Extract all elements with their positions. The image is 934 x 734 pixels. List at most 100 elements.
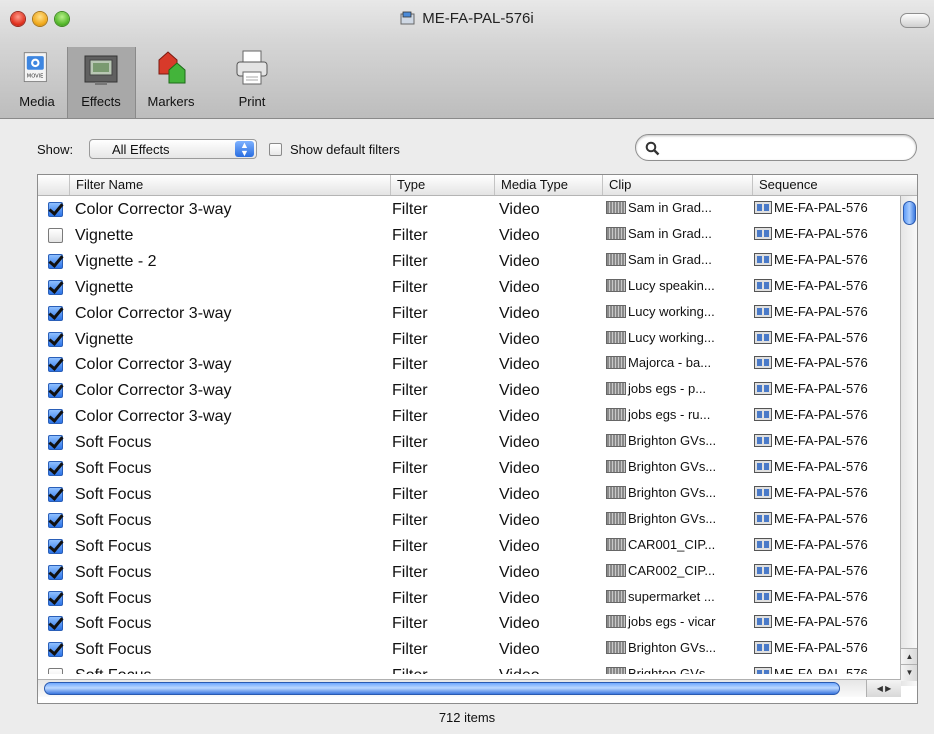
table-row[interactable]: Color Corrector 3-way Filter Video jobs egs… [38, 377, 900, 403]
filter-name-cell-text: Soft Focus [75, 537, 152, 555]
vertical-scroll-thumb[interactable] [903, 201, 916, 225]
clip-cell: Lucy working... [606, 300, 750, 326]
row-enabled-checkbox[interactable] [48, 357, 63, 373]
table-row[interactable]: Soft Focus Filter Video Brighton GVs... ME-F… [38, 455, 900, 481]
clip-icon [606, 201, 626, 214]
column-header-media-type[interactable]: Media Type [494, 175, 602, 195]
filter-name-cell: Vignette - 2 [75, 248, 387, 274]
column-header-enabled[interactable] [38, 175, 69, 195]
horizontal-scroll-thumb[interactable] [44, 682, 840, 695]
media-type-cell: Video [499, 326, 599, 352]
clip-cell-text: jobs egs - vicar [628, 614, 716, 630]
sequence-icon [754, 615, 772, 629]
column-header-type[interactable]: Type [390, 175, 494, 195]
row-enabled-checkbox[interactable] [48, 227, 63, 243]
toolbar-markers-label: Markers [147, 94, 195, 109]
toolbar-print-button[interactable]: Print [226, 48, 278, 114]
clip-cell-text: Brighton GVs... [628, 459, 717, 474]
clip-icon [606, 460, 626, 473]
sequence-cell-text: ME-FA-PAL-576 [774, 225, 868, 241]
horizontal-scrollbar[interactable]: ◀ ▶ [38, 679, 901, 697]
toolbar-toggle-button[interactable] [900, 13, 930, 28]
clip-icon [606, 485, 626, 499]
toolbar-effects-button[interactable]: Effects [68, 48, 134, 114]
row-enabled-checkbox[interactable] [48, 486, 63, 502]
sequence-cell: ME-FA-PAL-576 [754, 585, 900, 611]
sequence-icon [754, 356, 772, 370]
table-row[interactable]: Soft Focus Filter Video CAR002_CIP... ME-FA-… [38, 559, 900, 585]
show-default-filters-checkbox[interactable] [269, 143, 282, 156]
clip-cell-text: Brighton GVs... [628, 640, 717, 656]
row-enabled-checkbox[interactable] [48, 202, 63, 217]
row-enabled-checkbox[interactable] [48, 331, 63, 347]
clip-cell: Brighton GVs... [606, 429, 750, 455]
table-row[interactable]: Vignette Filter Video Lucy working... ME-FA-… [38, 326, 900, 352]
row-enabled-checkbox[interactable] [48, 279, 63, 295]
show-popup-value: All Effects [112, 142, 170, 157]
scroll-down-arrow[interactable]: ▼ [901, 664, 917, 681]
clip-cell: jobs egs - p... [606, 377, 750, 403]
row-enabled-checkbox[interactable] [48, 538, 63, 554]
row-enabled-checkbox[interactable] [48, 668, 63, 674]
table-row[interactable]: Soft Focus Filter Video Brighton GVs... ME-F… [38, 636, 900, 662]
table-row[interactable]: Color Corrector 3-way Filter Video Lucy wor… [38, 300, 900, 326]
show-popup-button[interactable]: All Effects ▲ ▼ [89, 139, 257, 159]
toolbar-markers-button[interactable]: Markers [138, 48, 204, 114]
row-enabled-checkbox[interactable] [48, 642, 63, 658]
filter-name-cell: Color Corrector 3-way [75, 196, 387, 222]
document-proxy-icon[interactable] [400, 11, 416, 25]
row-enabled-checkbox[interactable] [48, 383, 63, 399]
markers-icon [158, 51, 186, 84]
row-enabled-checkbox[interactable] [48, 461, 63, 476]
scroll-up-arrow[interactable]: ▲ [901, 648, 917, 665]
row-enabled-checkbox[interactable] [48, 409, 63, 425]
type-cell: Filter [392, 559, 492, 585]
filter-name-cell-text: Soft Focus [75, 589, 152, 607]
table-row[interactable]: Vignette Filter Video Lucy speakin... ME-FA-… [38, 274, 900, 300]
sequence-icon [754, 434, 772, 448]
table-row[interactable]: Soft Focus Filter Video CAR001_CIP... ME-FA-… [38, 533, 900, 559]
media-type-cell: Video [499, 274, 599, 300]
filter-name-cell-text: Vignette - 2 [75, 252, 157, 270]
type-cell: Filter [392, 533, 492, 559]
table-row[interactable]: Color Corrector 3-way Filter Video Sam in G… [38, 196, 900, 222]
table-row[interactable]: Vignette Filter Video Sam in Grad... ME-FA-P… [38, 222, 900, 248]
column-header-filter-name[interactable]: Filter Name [69, 175, 390, 195]
vertical-scrollbar[interactable]: ▲ ▼ [900, 196, 917, 686]
search-input[interactable] [664, 138, 908, 159]
movie-file-icon: MOVIE [23, 52, 47, 83]
table-body: Color Corrector 3-way Filter Video Sam in G… [38, 196, 900, 674]
table-row[interactable]: Color Corrector 3-way Filter Video Majorca … [38, 351, 900, 377]
table-row[interactable]: Soft Focus Filter Video Brighton GVs... ME-F… [38, 429, 900, 455]
row-enabled-checkbox[interactable] [48, 253, 63, 269]
table-row[interactable]: Color Corrector 3-way Filter Video jobs egs… [38, 403, 900, 429]
filter-name-cell: Soft Focus [75, 559, 387, 585]
table-row[interactable]: Vignette - 2 Filter Video Sam in Grad... ME-… [38, 248, 900, 274]
sequence-cell: ME-FA-PAL-576 [754, 610, 900, 636]
row-enabled-checkbox[interactable] [48, 590, 63, 606]
table-row[interactable]: Soft Focus Filter Video Brighton GVs... ME-F… [38, 507, 900, 533]
clip-cell: Lucy working... [606, 326, 750, 352]
table-row[interactable]: Soft Focus Filter Video Brighton GVs... ME-F… [38, 481, 900, 507]
column-header-sequence[interactable]: Sequence [752, 175, 900, 195]
table-row[interactable]: Soft Focus Filter Video Brighton GVs... ME-F… [38, 662, 900, 674]
horizontal-scroll-arrows[interactable]: ◀ ▶ [866, 680, 901, 697]
search-field[interactable] [635, 134, 917, 161]
table-row[interactable]: Soft Focus Filter Video jobs egs - vicar ME-… [38, 610, 900, 636]
type-cell: Filter [392, 274, 492, 300]
media-type-cell-text: Video [499, 563, 540, 581]
row-enabled-checkbox[interactable] [48, 564, 63, 580]
type-cell-text: Filter [392, 304, 428, 322]
toolbar-media-button[interactable]: MOVIE Media [8, 48, 66, 114]
row-enabled-checkbox[interactable] [48, 305, 63, 321]
clip-cell-text: Lucy working... [628, 303, 715, 319]
media-type-cell: Video [499, 300, 599, 326]
clip-cell: Sam in Grad... [606, 196, 750, 222]
table-row[interactable]: Soft Focus Filter Video supermarket ... ME-F… [38, 585, 900, 611]
row-enabled-checkbox[interactable] [48, 616, 63, 632]
column-header-clip[interactable]: Clip [602, 175, 752, 195]
row-enabled-checkbox[interactable] [48, 512, 63, 528]
type-cell-text: Filter [392, 641, 428, 659]
sequence-cell: ME-FA-PAL-576 [754, 507, 900, 533]
row-enabled-checkbox[interactable] [48, 435, 63, 451]
